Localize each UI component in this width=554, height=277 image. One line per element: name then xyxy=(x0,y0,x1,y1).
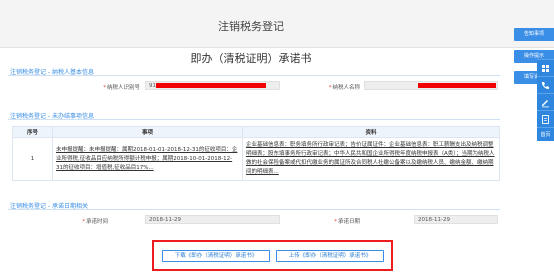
row-documents-text[interactable]: 企业基础信息表：职务填务所行政审记表；告价证属证件：企业基础信息表：职工薪酬支出… xyxy=(246,142,495,175)
side-tab-notice[interactable]: 告知事项 xyxy=(514,28,554,41)
redaction-bar xyxy=(156,83,266,88)
row-number: 1 xyxy=(12,137,53,181)
top-bar: 注销税务登记 xyxy=(0,0,554,48)
download-commitment-button[interactable]: 下载《即办（清税证明）承诺书》 xyxy=(162,250,270,262)
matters-table: 序号 事项 资料 1 未申报提醒：未申报提醒：属期2018-01-01-2018… xyxy=(12,126,500,181)
table-row: 1 未申报提醒：未申报提醒：属期2018-01-01-2018-12-31的征收… xyxy=(12,137,500,181)
document-icon[interactable] xyxy=(537,110,554,127)
document-title: 即办（清税证明）承诺书 xyxy=(190,52,312,65)
row-matter-cell: 未申报提醒：未申报提醒：属期2018-01-01-2018-12-31的征收项目… xyxy=(52,137,243,181)
column-header-documents: 资料 xyxy=(242,126,500,138)
page-title: 注销税务登记 xyxy=(218,20,284,33)
home-button[interactable]: 首页 xyxy=(537,127,554,141)
taxpayer-name-label: *纳税人名称 xyxy=(328,85,360,91)
section-divider xyxy=(8,119,500,120)
column-header-number: 序号 xyxy=(12,126,53,138)
taxpayer-id-label: *纳税人识别号 xyxy=(103,85,140,91)
section-divider xyxy=(8,209,500,210)
edit-icon[interactable] xyxy=(537,93,554,110)
grid-icon[interactable] xyxy=(537,59,554,76)
row-matter-text[interactable]: 未申报提醒：未申报提醒：属期2018-01-01-2018-12-31的征收项目… xyxy=(56,147,237,171)
promise-time-label: *承诺时间 xyxy=(82,219,108,225)
upload-commitment-button[interactable]: 上传《即办（清税证明）承诺书》 xyxy=(276,250,384,262)
promise-date-label: *承诺日期 xyxy=(334,219,360,225)
page: 注销税务登记 告知事项 操作提示 填写说明 首页 即办（清税证明）承诺书 注销税… xyxy=(0,0,554,277)
row-documents-cell: 企业基础信息表：职务填务所行政审记表；告价证属证件：企业基础信息表：职工薪酬支出… xyxy=(242,137,500,181)
column-header-matter: 事项 xyxy=(52,126,243,138)
section-divider xyxy=(8,75,500,76)
promise-date-field: 2018-11-29 xyxy=(414,215,498,224)
phone-icon[interactable] xyxy=(537,76,554,93)
table-header-row: 序号 事项 资料 xyxy=(12,126,500,138)
redaction-bar xyxy=(418,83,496,88)
